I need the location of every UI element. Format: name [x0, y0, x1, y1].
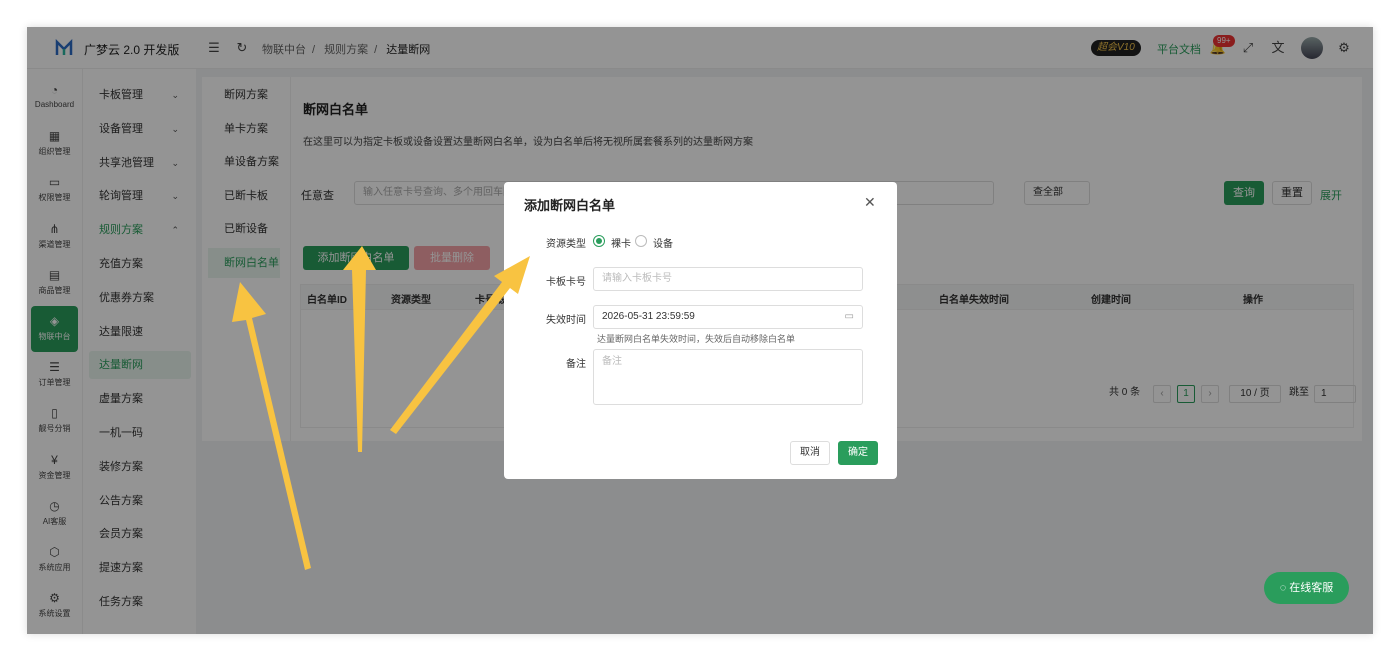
annotation-arrow: [390, 256, 530, 434]
annotation-arrow: [343, 246, 376, 452]
annotation-arrow: [232, 282, 311, 570]
annotation-arrows: [232, 246, 530, 570]
